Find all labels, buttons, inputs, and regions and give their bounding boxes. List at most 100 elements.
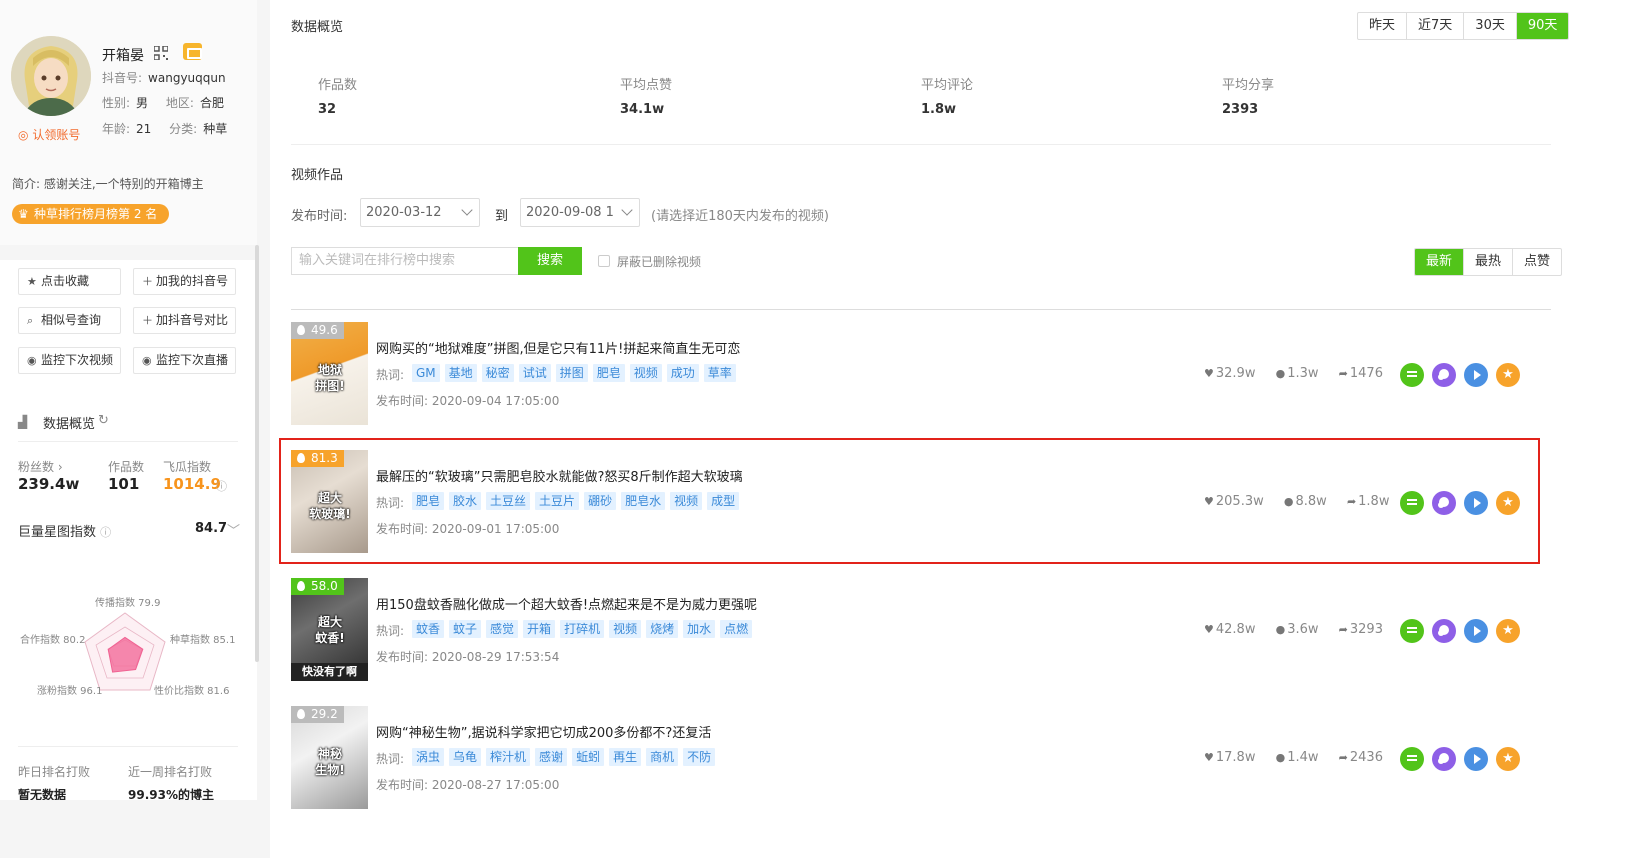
search-input[interactable]: 输入关键词在排行榜中搜索: [291, 247, 519, 275]
fans-label[interactable]: 粉丝数 ›: [18, 458, 63, 475]
video-title[interactable]: 网购“神秘生物”,据说科学家把它切成200多份都不?还复活: [376, 722, 711, 741]
range-yesterday[interactable]: 昨天: [1358, 13, 1406, 39]
hot-word-tag[interactable]: 成功: [666, 364, 699, 382]
thumbnail-caption-line: 地狱: [317, 363, 342, 377]
video-title[interactable]: 用150盘蚊香融化做成一个超大蚊香!点燃起来是不是为威力更强呢: [376, 594, 757, 613]
hot-word-tag[interactable]: GM: [412, 364, 440, 382]
play-icon[interactable]: [1464, 363, 1488, 387]
detail-list-icon[interactable]: [1400, 363, 1424, 387]
refresh-icon[interactable]: ↻: [98, 413, 109, 428]
video-thumbnail[interactable]: 81.3 超大 软玻璃!: [291, 450, 368, 553]
feigua-value: 1014.9: [163, 475, 221, 493]
hot-word-tag[interactable]: 硼砂: [584, 492, 617, 510]
chevron-down-icon[interactable]: ﹀: [227, 520, 240, 539]
hot-word-tag[interactable]: 肥皂水: [621, 492, 666, 510]
hot-word-tag[interactable]: 基地: [444, 364, 477, 382]
claim-account-link[interactable]: ◎ 认领账号: [18, 126, 80, 143]
hot-word-tag[interactable]: 感觉: [486, 620, 519, 638]
add-compare-button[interactable]: ＋加抖音号对比: [133, 307, 236, 334]
video-row[interactable]: 49.6 地狱 拼图! 网购买的“地狱难度”拼图,但是它只有11片!拼起来简直生无…: [291, 310, 1551, 438]
hot-word-tag[interactable]: 秘密: [481, 364, 514, 382]
hot-word-tag[interactable]: 蚯蚓: [572, 748, 605, 766]
play-icon[interactable]: [1464, 491, 1488, 515]
video-actions: [1400, 619, 1520, 643]
sort-hottest[interactable]: 最热: [1463, 249, 1512, 275]
play-icon[interactable]: [1464, 747, 1488, 771]
hot-word-tag[interactable]: 视频: [670, 492, 703, 510]
hot-word-tag[interactable]: 蚊香: [412, 620, 445, 638]
hot-word-tag[interactable]: 烧烤: [646, 620, 679, 638]
fans-value: 239.4w: [18, 475, 80, 493]
help-icon[interactable]: ⓘ: [216, 478, 227, 494]
hot-word-tag[interactable]: 涡虫: [412, 748, 445, 766]
video-row[interactable]: 58.0 超大 蚊香! 快没有了啊 用150盘蚊香融化做成一个超大蚊香!点燃起来是…: [291, 566, 1551, 694]
hot-word-tag[interactable]: 肥皂: [592, 364, 625, 382]
search-button[interactable]: 搜索: [518, 247, 582, 275]
detail-list-icon[interactable]: [1400, 747, 1424, 771]
range-90d[interactable]: 90天: [1515, 13, 1569, 39]
chevron-down-icon: [461, 204, 473, 216]
video-thumbnail[interactable]: 29.2 神秘 生物!: [291, 706, 368, 809]
hot-word-tag[interactable]: 蚊子: [449, 620, 482, 638]
sort-latest[interactable]: 最新: [1415, 249, 1464, 275]
range-30d[interactable]: 30天: [1463, 13, 1516, 39]
detail-list-icon[interactable]: [1400, 491, 1424, 515]
hot-word-tag[interactable]: 商机: [646, 748, 679, 766]
video-thumbnail[interactable]: 49.6 地狱 拼图!: [291, 322, 368, 425]
hot-word-tag[interactable]: 打碎机: [560, 620, 605, 638]
hot-word-tag[interactable]: 不防: [683, 748, 716, 766]
monitor-live-button[interactable]: ◉ 监控下次直播: [133, 347, 236, 374]
eye-icon: ◉: [142, 354, 152, 367]
hot-word-tag[interactable]: 开箱: [523, 620, 556, 638]
hot-word-tag[interactable]: 胶水: [449, 492, 482, 510]
qrcode-icon[interactable]: [154, 46, 168, 60]
favorite-star-icon[interactable]: [1496, 619, 1520, 643]
audience-icon[interactable]: [1432, 491, 1456, 515]
video-row[interactable]: 29.2 神秘 生物! 网购“神秘生物”,据说科学家把它切成200多份都不?还复活…: [291, 694, 1551, 822]
hot-word-tag[interactable]: 乌龟: [449, 748, 482, 766]
hot-word-tag[interactable]: 草率: [703, 364, 736, 382]
date-from-picker[interactable]: 2020-03-12: [360, 198, 480, 227]
video-row[interactable]: 81.3 超大 软玻璃! 最解压的“软玻璃”只需肥皂胶水就能做?怒买8斤制作超大软…: [279, 438, 1540, 564]
info-icon[interactable]: ⓘ: [100, 526, 111, 539]
favorite-star-icon[interactable]: [1496, 747, 1520, 771]
hot-score-badge: 29.2: [291, 706, 344, 723]
play-icon[interactable]: [1464, 619, 1488, 643]
hide-deleted-label[interactable]: 屏蔽已删除视频: [617, 253, 701, 270]
hot-word-tag[interactable]: 拼图: [555, 364, 588, 382]
favorite-star-icon[interactable]: [1496, 363, 1520, 387]
metric-value: 32: [318, 102, 337, 117]
thumbnail-subtitle: 快没有了啊: [291, 663, 368, 681]
hot-word-tag[interactable]: 视频: [609, 620, 642, 638]
video-thumbnail[interactable]: 58.0 超大 蚊香! 快没有了啊: [291, 578, 368, 681]
hot-word-tag[interactable]: 榨汁机: [486, 748, 531, 766]
audience-icon[interactable]: [1432, 619, 1456, 643]
hot-word-tag[interactable]: 肥皂: [412, 492, 445, 510]
sidebar-scrollbar[interactable]: [255, 245, 259, 662]
hot-word-tag[interactable]: 成型: [707, 492, 740, 510]
sidebar: 开箱晏 抖音号: wangyuqqun 性别: 男 地区: 合肥 年龄: 21 分类: 种…: [0, 0, 270, 858]
hide-deleted-checkbox[interactable]: [598, 255, 610, 267]
rank-badge[interactable]: 种草排行榜月榜第 2 名: [12, 204, 170, 224]
hot-word-tag[interactable]: 视频: [629, 364, 662, 382]
date-to-picker[interactable]: 2020-09-08 1: [520, 198, 640, 227]
range-7d[interactable]: 近7天: [1406, 13, 1463, 39]
hot-word-tag[interactable]: 加水: [683, 620, 716, 638]
audience-icon[interactable]: [1432, 747, 1456, 771]
hot-word-tag[interactable]: 试试: [518, 364, 551, 382]
hot-word-tag[interactable]: 土豆丝: [486, 492, 531, 510]
hot-word-tag[interactable]: 点燃: [720, 620, 753, 638]
video-title[interactable]: 网购买的“地狱难度”拼图,但是它只有11片!拼起来简直生无可恋: [376, 338, 740, 357]
audience-icon[interactable]: [1432, 363, 1456, 387]
add-my-douyin-button[interactable]: ＋加我的抖音号: [133, 268, 236, 295]
sort-likes[interactable]: 点赞: [1512, 249, 1561, 275]
hot-word-tag[interactable]: 感谢: [535, 748, 568, 766]
favorite-button[interactable]: ★ 点击收藏: [18, 268, 121, 295]
detail-list-icon[interactable]: [1400, 619, 1424, 643]
hot-word-tag[interactable]: 土豆片: [535, 492, 580, 510]
video-title[interactable]: 最解压的“软玻璃”只需肥皂胶水就能做?怒买8斤制作超大软玻璃: [376, 466, 743, 485]
similar-search-button[interactable]: ⌕ 相似号查询: [18, 307, 121, 334]
hot-word-tag[interactable]: 再生: [609, 748, 642, 766]
favorite-star-icon[interactable]: [1496, 491, 1520, 515]
monitor-video-button[interactable]: ◉ 监控下次视频: [18, 347, 121, 374]
